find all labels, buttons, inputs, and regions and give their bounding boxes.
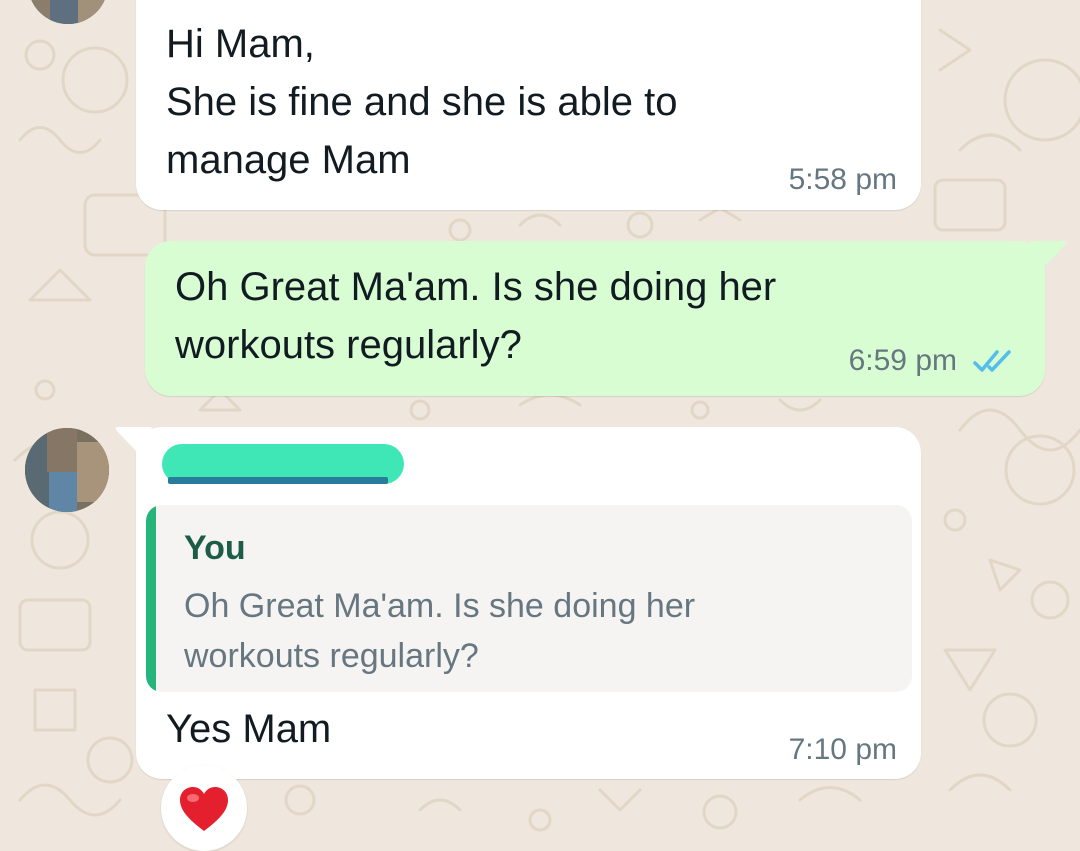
quoted-text: Oh Great Ma'am. Is she doing her workout… — [184, 587, 696, 675]
incoming-message-bubble[interactable]: Hi Mam, She is fine and she is able to m… — [136, 0, 921, 210]
double-check-read-icon — [973, 350, 1011, 372]
outgoing-message-bubble[interactable]: Oh Great Ma'am. Is she doing her workout… — [145, 241, 1045, 396]
redacted-sender-name-residue — [168, 477, 388, 484]
contact-avatar[interactable] — [25, 428, 109, 512]
message-text: Yes Mam — [166, 707, 332, 751]
quote-accent-bar — [146, 505, 156, 692]
message-timestamp: 7:10 pm — [788, 733, 897, 766]
contact-avatar[interactable] — [28, 0, 108, 24]
message-timestamp: 6:59 pm — [848, 344, 957, 377]
message-reaction[interactable] — [161, 765, 247, 851]
quoted-author: You — [184, 529, 246, 567]
incoming-message-bubble[interactable]: You Oh Great Ma'am. Is she doing her wor… — [136, 427, 921, 779]
message-timestamp: 5:58 pm — [788, 163, 897, 196]
heart-reaction-icon — [180, 787, 228, 831]
quoted-message[interactable]: You Oh Great Ma'am. Is she doing her wor… — [146, 505, 912, 692]
